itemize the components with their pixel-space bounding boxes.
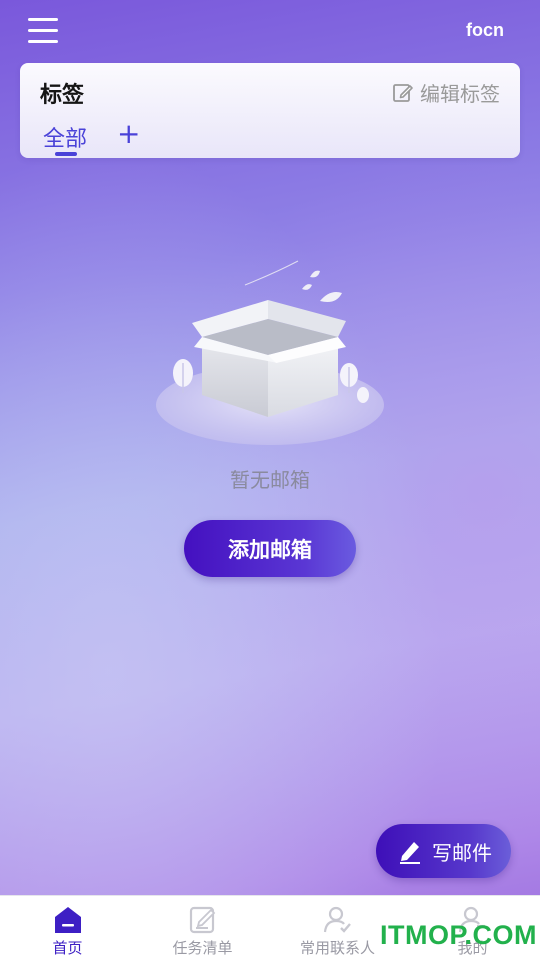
edit-tags-label: 编辑标签 — [420, 82, 500, 106]
nav-item-tasks[interactable]: 任务清单 — [135, 896, 270, 960]
empty-box-illustration — [156, 260, 384, 445]
home-icon — [54, 907, 81, 933]
add-tag-button[interactable]: + — [117, 118, 140, 150]
tab-all[interactable]: 全部 — [43, 121, 87, 153]
nav-item-home[interactable]: 首页 — [0, 896, 135, 960]
compose-button[interactable]: 写邮件 — [376, 824, 511, 878]
add-mailbox-button[interactable]: 添加邮箱 — [184, 520, 356, 577]
task-list-icon — [189, 906, 215, 934]
menu-line — [28, 18, 58, 21]
tag-card: 标签 编辑标签 全部 + — [20, 63, 520, 158]
tab-active-indicator — [55, 152, 77, 156]
menu-icon[interactable] — [28, 18, 60, 46]
pencil-icon — [400, 842, 420, 864]
edit-icon — [393, 83, 413, 102]
nav-label-home: 首页 — [52, 939, 83, 957]
menu-line — [28, 40, 58, 43]
username-label[interactable]: focn — [466, 20, 504, 41]
nav-label-tasks: 任务清单 — [172, 939, 233, 957]
empty-state-message: 暂无邮箱 — [230, 468, 310, 492]
compose-label: 写邮件 — [432, 840, 492, 865]
watermark: ITMOP.COM — [380, 920, 538, 950]
tag-card-title: 标签 — [40, 83, 85, 108]
edit-tags-button[interactable]: 编辑标签 — [392, 78, 500, 107]
contacts-icon — [323, 906, 351, 933]
menu-line — [28, 29, 58, 32]
